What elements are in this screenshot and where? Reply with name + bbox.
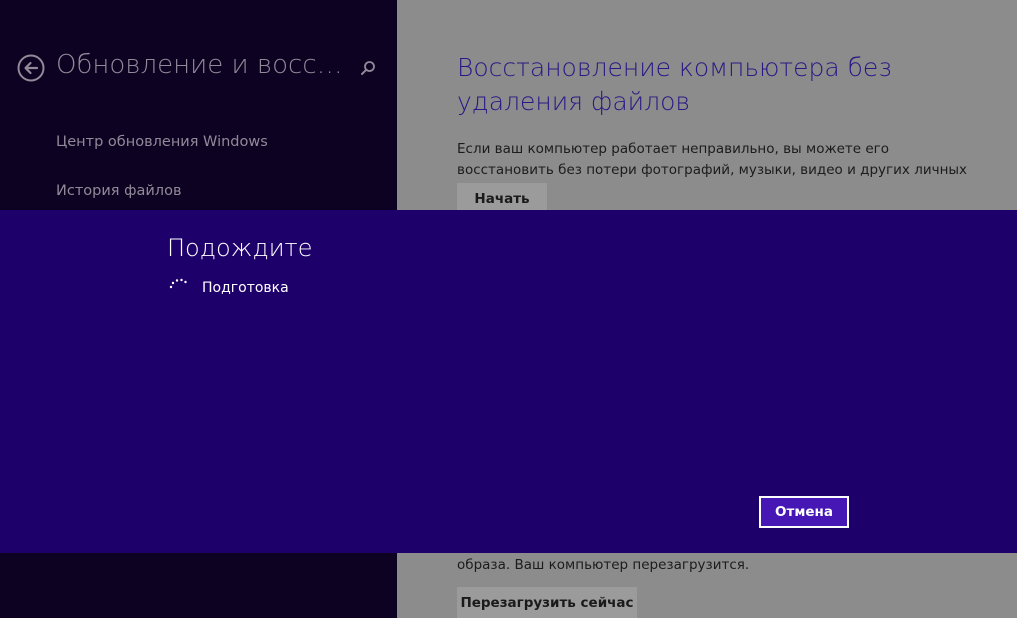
nav-item-file-history[interactable]: История файлов xyxy=(56,183,182,199)
cancel-button[interactable]: Отмена xyxy=(759,496,849,528)
settings-screen: Обновление и восстан… Центр обновления W… xyxy=(0,0,1017,618)
pane-title: Обновление и восстан… xyxy=(56,50,346,80)
restart-now-button[interactable]: Перезагрузить сейчас xyxy=(457,587,637,618)
search-icon[interactable] xyxy=(358,58,378,78)
recovery-heading: Восстановление компьютера без удаления ф… xyxy=(457,53,892,116)
please-wait-dialog: Подождите Подготовка Отмена xyxy=(0,210,1017,553)
spinner-icon xyxy=(169,278,187,289)
status-text: Подготовка xyxy=(202,280,289,296)
advanced-startup-line-2: образа. Ваш компьютер перезагрузится. xyxy=(457,557,750,573)
nav-item-windows-update[interactable]: Центр обновления Windows xyxy=(56,134,268,150)
dialog-title: Подождите xyxy=(167,234,313,262)
back-arrow-icon[interactable] xyxy=(17,54,45,82)
